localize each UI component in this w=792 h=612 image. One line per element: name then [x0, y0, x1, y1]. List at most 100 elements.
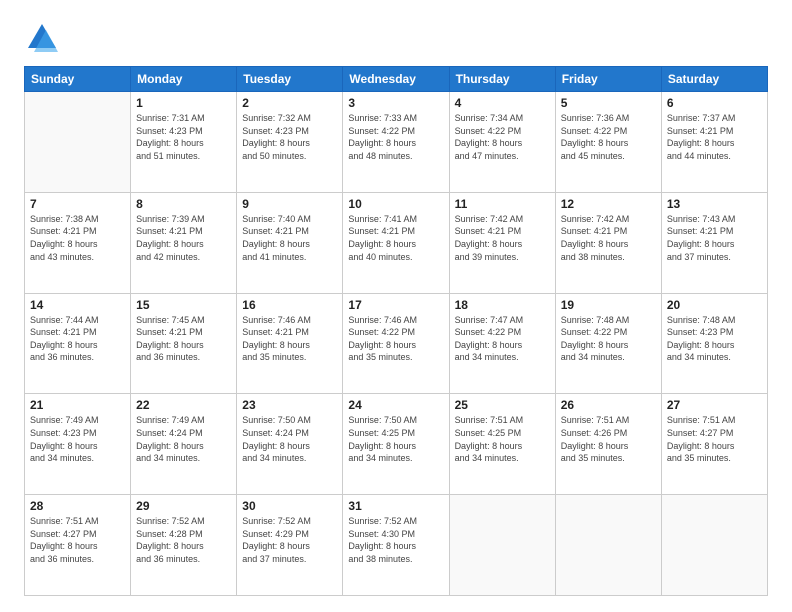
- day-number: 22: [136, 398, 231, 412]
- day-info: Sunrise: 7:40 AM Sunset: 4:21 PM Dayligh…: [242, 213, 337, 263]
- day-info: Sunrise: 7:39 AM Sunset: 4:21 PM Dayligh…: [136, 213, 231, 263]
- header: [24, 20, 768, 56]
- calendar-header: SundayMondayTuesdayWednesdayThursdayFrid…: [25, 67, 768, 92]
- calendar-cell: 11 Sunrise: 7:42 AM Sunset: 4:21 PM Dayli…: [449, 192, 555, 293]
- day-info: Sunrise: 7:51 AM Sunset: 4:25 PM Dayligh…: [455, 414, 550, 464]
- day-info: Sunrise: 7:48 AM Sunset: 4:23 PM Dayligh…: [667, 314, 762, 364]
- day-number: 14: [30, 298, 125, 312]
- logo-icon: [24, 20, 60, 56]
- calendar-cell: 31Sunrise: 7:52 AM Sunset: 4:30 PM Dayli…: [343, 495, 449, 596]
- day-number: 20: [667, 298, 762, 312]
- calendar-cell: 25 Sunrise: 7:51 AM Sunset: 4:25 PM Dayli…: [449, 394, 555, 495]
- day-info: Sunrise: 7:38 AM Sunset: 4:21 PM Dayligh…: [30, 213, 125, 263]
- day-number: 9: [242, 197, 337, 211]
- calendar-cell: 22Sunrise: 7:49 AM Sunset: 4:24 PM Dayli…: [131, 394, 237, 495]
- day-info: Sunrise: 7:48 AM Sunset: 4:22 PM Dayligh…: [561, 314, 656, 364]
- calendar-cell: 7 Sunrise: 7:38 AM Sunset: 4:21 PM Daylig…: [25, 192, 131, 293]
- calendar-cell: 30 Sunrise: 7:52 AM Sunset: 4:29 PM Dayli…: [237, 495, 343, 596]
- day-number: 2: [242, 96, 337, 110]
- day-info: Sunrise: 7:37 AM Sunset: 4:21 PM Dayligh…: [667, 112, 762, 162]
- day-info: Sunrise: 7:41 AM Sunset: 4:21 PM Dayligh…: [348, 213, 443, 263]
- day-info: Sunrise: 7:43 AM Sunset: 4:21 PM Dayligh…: [667, 213, 762, 263]
- calendar-cell: 26Sunrise: 7:51 AM Sunset: 4:26 PM Dayli…: [555, 394, 661, 495]
- calendar-cell: 13Sunrise: 7:43 AM Sunset: 4:21 PM Dayli…: [661, 192, 767, 293]
- week-row-5: 28 Sunrise: 7:51 AM Sunset: 4:27 PM Dayli…: [25, 495, 768, 596]
- day-number: 30: [242, 499, 337, 513]
- calendar-cell: 8 Sunrise: 7:39 AM Sunset: 4:21 PM Daylig…: [131, 192, 237, 293]
- calendar-table: SundayMondayTuesdayWednesdayThursdayFrid…: [24, 66, 768, 596]
- weekday-row: SundayMondayTuesdayWednesdayThursdayFrid…: [25, 67, 768, 92]
- day-number: 25: [455, 398, 550, 412]
- calendar-cell: 24 Sunrise: 7:50 AM Sunset: 4:25 PM Dayli…: [343, 394, 449, 495]
- calendar-body: 1 Sunrise: 7:31 AM Sunset: 4:23 PM Daylig…: [25, 92, 768, 596]
- day-info: Sunrise: 7:52 AM Sunset: 4:28 PM Dayligh…: [136, 515, 231, 565]
- day-info: Sunrise: 7:51 AM Sunset: 4:27 PM Dayligh…: [30, 515, 125, 565]
- week-row-3: 14 Sunrise: 7:44 AM Sunset: 4:21 PM Dayli…: [25, 293, 768, 394]
- day-number: 28: [30, 499, 125, 513]
- day-number: 23: [242, 398, 337, 412]
- day-number: 21: [30, 398, 125, 412]
- weekday-header-wednesday: Wednesday: [343, 67, 449, 92]
- day-info: Sunrise: 7:31 AM Sunset: 4:23 PM Dayligh…: [136, 112, 231, 162]
- day-info: Sunrise: 7:50 AM Sunset: 4:24 PM Dayligh…: [242, 414, 337, 464]
- day-number: 3: [348, 96, 443, 110]
- day-number: 27: [667, 398, 762, 412]
- calendar-cell: 19Sunrise: 7:48 AM Sunset: 4:22 PM Dayli…: [555, 293, 661, 394]
- calendar-cell: 12Sunrise: 7:42 AM Sunset: 4:21 PM Dayli…: [555, 192, 661, 293]
- day-number: 17: [348, 298, 443, 312]
- day-number: 5: [561, 96, 656, 110]
- calendar-cell: [661, 495, 767, 596]
- calendar-cell: 29 Sunrise: 7:52 AM Sunset: 4:28 PM Dayli…: [131, 495, 237, 596]
- calendar-cell: 20 Sunrise: 7:48 AM Sunset: 4:23 PM Dayli…: [661, 293, 767, 394]
- day-info: Sunrise: 7:46 AM Sunset: 4:21 PM Dayligh…: [242, 314, 337, 364]
- calendar-cell: [449, 495, 555, 596]
- weekday-header-thursday: Thursday: [449, 67, 555, 92]
- week-row-4: 21Sunrise: 7:49 AM Sunset: 4:23 PM Dayli…: [25, 394, 768, 495]
- day-number: 24: [348, 398, 443, 412]
- day-number: 15: [136, 298, 231, 312]
- day-number: 10: [348, 197, 443, 211]
- day-info: Sunrise: 7:34 AM Sunset: 4:22 PM Dayligh…: [455, 112, 550, 162]
- day-number: 29: [136, 499, 231, 513]
- week-row-2: 7 Sunrise: 7:38 AM Sunset: 4:21 PM Daylig…: [25, 192, 768, 293]
- day-info: Sunrise: 7:45 AM Sunset: 4:21 PM Dayligh…: [136, 314, 231, 364]
- calendar-cell: 2Sunrise: 7:32 AM Sunset: 4:23 PM Daylig…: [237, 92, 343, 193]
- day-number: 7: [30, 197, 125, 211]
- day-info: Sunrise: 7:33 AM Sunset: 4:22 PM Dayligh…: [348, 112, 443, 162]
- calendar-cell: 14 Sunrise: 7:44 AM Sunset: 4:21 PM Dayli…: [25, 293, 131, 394]
- calendar-cell: 23 Sunrise: 7:50 AM Sunset: 4:24 PM Dayli…: [237, 394, 343, 495]
- calendar-cell: 28 Sunrise: 7:51 AM Sunset: 4:27 PM Dayli…: [25, 495, 131, 596]
- weekday-header-tuesday: Tuesday: [237, 67, 343, 92]
- calendar-cell: 27 Sunrise: 7:51 AM Sunset: 4:27 PM Dayli…: [661, 394, 767, 495]
- day-number: 8: [136, 197, 231, 211]
- day-info: Sunrise: 7:52 AM Sunset: 4:29 PM Dayligh…: [242, 515, 337, 565]
- day-info: Sunrise: 7:51 AM Sunset: 4:26 PM Dayligh…: [561, 414, 656, 464]
- day-info: Sunrise: 7:44 AM Sunset: 4:21 PM Dayligh…: [30, 314, 125, 364]
- logo: [24, 20, 64, 56]
- day-info: Sunrise: 7:46 AM Sunset: 4:22 PM Dayligh…: [348, 314, 443, 364]
- calendar-cell: 15 Sunrise: 7:45 AM Sunset: 4:21 PM Dayli…: [131, 293, 237, 394]
- calendar-cell: [555, 495, 661, 596]
- calendar-cell: 17 Sunrise: 7:46 AM Sunset: 4:22 PM Dayli…: [343, 293, 449, 394]
- calendar-cell: 5Sunrise: 7:36 AM Sunset: 4:22 PM Daylig…: [555, 92, 661, 193]
- weekday-header-sunday: Sunday: [25, 67, 131, 92]
- calendar-cell: 3 Sunrise: 7:33 AM Sunset: 4:22 PM Daylig…: [343, 92, 449, 193]
- day-number: 16: [242, 298, 337, 312]
- calendar-cell: 6 Sunrise: 7:37 AM Sunset: 4:21 PM Daylig…: [661, 92, 767, 193]
- calendar-cell: [25, 92, 131, 193]
- calendar-cell: 16 Sunrise: 7:46 AM Sunset: 4:21 PM Dayli…: [237, 293, 343, 394]
- calendar-cell: 18Sunrise: 7:47 AM Sunset: 4:22 PM Dayli…: [449, 293, 555, 394]
- day-info: Sunrise: 7:50 AM Sunset: 4:25 PM Dayligh…: [348, 414, 443, 464]
- week-row-1: 1 Sunrise: 7:31 AM Sunset: 4:23 PM Daylig…: [25, 92, 768, 193]
- day-info: Sunrise: 7:42 AM Sunset: 4:21 PM Dayligh…: [455, 213, 550, 263]
- day-info: Sunrise: 7:51 AM Sunset: 4:27 PM Dayligh…: [667, 414, 762, 464]
- calendar-cell: 9 Sunrise: 7:40 AM Sunset: 4:21 PM Daylig…: [237, 192, 343, 293]
- day-info: Sunrise: 7:42 AM Sunset: 4:21 PM Dayligh…: [561, 213, 656, 263]
- day-info: Sunrise: 7:52 AM Sunset: 4:30 PM Dayligh…: [348, 515, 443, 565]
- day-number: 6: [667, 96, 762, 110]
- day-number: 11: [455, 197, 550, 211]
- day-number: 18: [455, 298, 550, 312]
- day-number: 1: [136, 96, 231, 110]
- calendar-cell: 21Sunrise: 7:49 AM Sunset: 4:23 PM Dayli…: [25, 394, 131, 495]
- calendar-cell: 10 Sunrise: 7:41 AM Sunset: 4:21 PM Dayli…: [343, 192, 449, 293]
